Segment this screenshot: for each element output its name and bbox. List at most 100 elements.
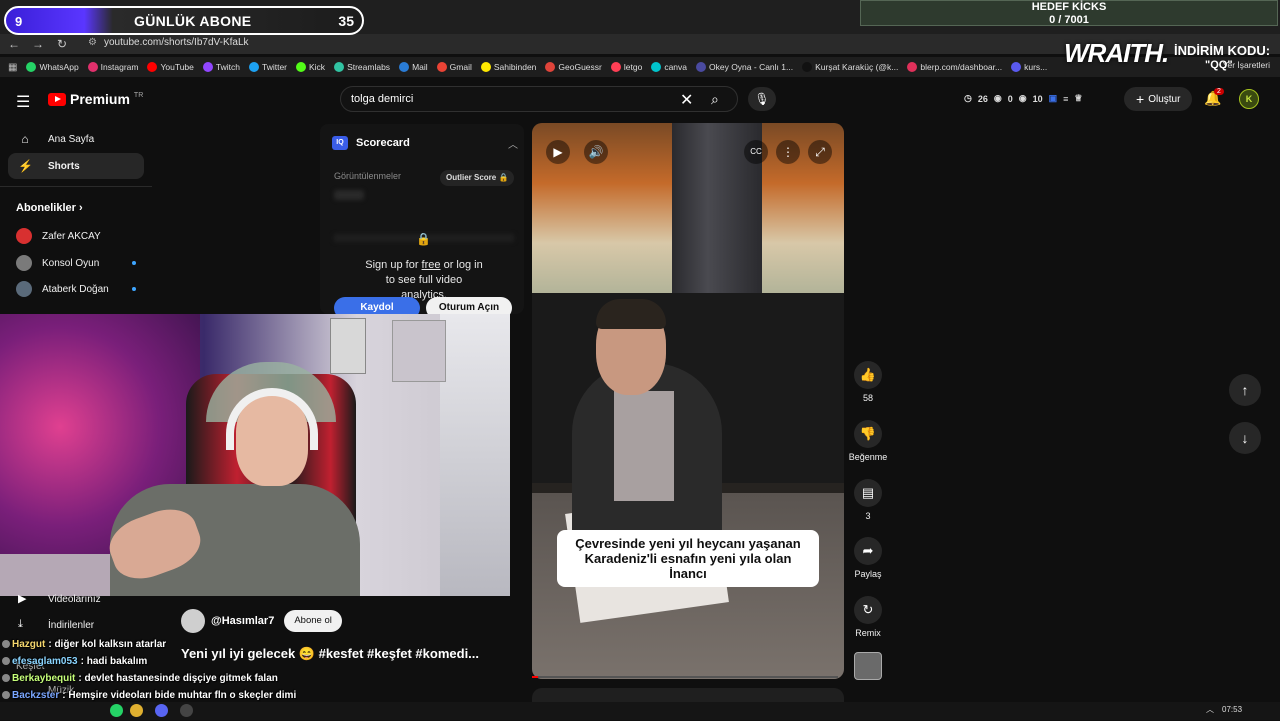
obs-icon[interactable]: [180, 704, 193, 717]
tray-chevron-icon[interactable]: ︿: [1206, 704, 1214, 715]
list-icon[interactable]: ≡: [1063, 94, 1068, 104]
bookmark-item[interactable]: Gmail: [436, 62, 472, 72]
bookmark-label: Streamlabs: [347, 62, 391, 72]
remix-button[interactable]: ↻ Remix: [848, 596, 888, 638]
subscribe-button[interactable]: Abone ol: [284, 610, 342, 632]
avatar[interactable]: K: [1239, 89, 1259, 109]
comments-button[interactable]: ▤ 3: [848, 479, 888, 521]
menu-icon[interactable]: ☰: [16, 92, 30, 112]
video-frame-shirt: [614, 391, 674, 501]
bookmark-item[interactable]: Kick: [296, 62, 325, 72]
bookmark-favicon-icon: [480, 62, 491, 72]
microphone-icon[interactable]: 🎙: [748, 87, 776, 111]
eye-icon: ◉: [993, 93, 1002, 103]
signup-free-link[interactable]: free: [422, 259, 441, 271]
bookmark-item[interactable]: Kurşat Karaküç (@k...: [802, 62, 898, 72]
new-content-dot: [132, 287, 136, 291]
sidebar-item-home[interactable]: ⌂ Ana Sayfa: [8, 126, 144, 152]
webcam-poster: [330, 318, 366, 374]
signup-text: Sign up for: [365, 259, 422, 271]
logo-region: TR: [133, 91, 144, 99]
url-field[interactable]: youtube.com/shorts/Ib7dV-KfaLk: [104, 37, 249, 48]
apps-grid-icon[interactable]: ▦: [8, 62, 17, 73]
fullscreen-icon[interactable]: ⤢: [808, 140, 832, 164]
bookmark-label: kurs...: [1024, 62, 1048, 72]
bookmark-item[interactable]: Sahibinden: [480, 62, 536, 72]
thumbs-up-icon: 👍: [854, 361, 882, 389]
channel-name: Zafer AKCAY: [42, 230, 101, 242]
chrome-icon[interactable]: [130, 704, 143, 717]
dislike-button[interactable]: 👎 Beğenme: [848, 420, 888, 462]
bookmark-item[interactable]: GeoGuessr: [545, 62, 602, 72]
chevron-up-icon[interactable]: ︿: [508, 136, 518, 151]
scorecard-logo-icon: IQ: [332, 136, 348, 150]
chat-text: : diğer kol kalksın atarlar: [48, 639, 167, 650]
bookmark-item[interactable]: canva: [651, 62, 687, 72]
sidebar-item-subscription[interactable]: Ataberk Doğan: [16, 281, 136, 297]
channel-row: @Hasımlar7 Abone ol: [181, 609, 342, 633]
bookmark-label: Kick: [309, 62, 326, 72]
youtube-logo[interactable]: Premium TR: [48, 91, 143, 107]
webcam-window: [440, 314, 510, 596]
play-icon[interactable]: ▶: [546, 140, 570, 164]
promo-label: İNDİRİM KODU:: [1174, 43, 1271, 58]
bookmark-item[interactable]: Twitter: [248, 62, 287, 72]
sound-thumbnail[interactable]: [854, 652, 882, 680]
captions-icon[interactable]: CC: [744, 140, 768, 164]
sidebar-item-downloads[interactable]: İndirilenler: [48, 620, 94, 631]
video-progress-bar[interactable]: [532, 676, 838, 678]
forward-button[interactable]: →: [30, 36, 46, 52]
outlier-score-button[interactable]: Outlier Score 🔒: [440, 170, 515, 186]
subscriptions-heading[interactable]: Abonelikler ›: [16, 202, 83, 214]
next-short-button[interactable]: ↓: [1229, 422, 1261, 454]
channel-avatar[interactable]: [181, 609, 205, 633]
more-icon[interactable]: ⋮: [776, 140, 800, 164]
daily-subscriber-goal: 9 GÜNLÜK ABONE 35: [4, 6, 364, 35]
volume-icon[interactable]: 🔊: [584, 140, 608, 164]
bookmark-item[interactable]: Okey Oyna - Canlı 1...: [696, 62, 793, 72]
like-button[interactable]: 👍 58: [848, 361, 888, 403]
sidebar-item-shorts[interactable]: ⚡ Shorts: [8, 153, 144, 179]
share-button[interactable]: ➦ Paylaş: [848, 537, 888, 579]
bookmark-item[interactable]: Instagram: [87, 62, 138, 72]
home-icon: ⌂: [21, 132, 29, 146]
bookmark-item[interactable]: kurs...: [1011, 62, 1047, 72]
search-box[interactable]: tolga demirci ✕ ⌕: [340, 86, 738, 112]
chat-badge-icon: [2, 657, 10, 666]
bookmark-item[interactable]: Twitch: [202, 62, 240, 72]
back-button[interactable]: ←: [6, 36, 22, 52]
bookmark-favicon-icon: [436, 62, 447, 72]
sidebar-item-subscription[interactable]: Zafer AKCAY: [16, 228, 136, 244]
trophy-icon[interactable]: ♕: [1074, 93, 1082, 104]
bookmark-item[interactable]: YouTube: [147, 62, 194, 72]
short-video-player[interactable]: ▶ 🔊 CC ⋮ ⤢ Çevresinde yeni yıl heycanı y…: [532, 123, 844, 679]
channel-name[interactable]: @Hasımlar7: [211, 615, 274, 627]
previous-short-button[interactable]: ↑: [1229, 374, 1261, 406]
channel-name: Ataberk Doğan: [42, 283, 109, 295]
site-info-icon[interactable]: ⚙: [88, 37, 97, 48]
bookmark-item[interactable]: Streamlabs: [334, 62, 390, 72]
bookmark-item[interactable]: Mail: [399, 62, 428, 72]
extension-icon[interactable]: ▣: [1049, 93, 1058, 104]
shorts-icon: ⚡: [18, 159, 33, 173]
search-input[interactable]: tolga demirci: [351, 93, 413, 105]
bookmark-label: YouTube: [160, 62, 194, 72]
search-icon[interactable]: ⌕: [711, 91, 719, 108]
remix-icon: ↻: [854, 596, 882, 624]
bookmark-item[interactable]: letgo: [610, 62, 642, 72]
like-count: 58: [862, 393, 873, 403]
create-button[interactable]: + Oluştur: [1124, 87, 1193, 111]
sidebar-item-your-videos[interactable]: Videolarınız: [48, 594, 101, 605]
extension-stats[interactable]: ◷ 26 ◉ 0 ◉ 10 ▣ ≡ ♕: [964, 93, 1082, 104]
whatsapp-icon[interactable]: [110, 704, 123, 717]
bookmark-item[interactable]: blerp.com/dashboar...: [907, 62, 1002, 72]
clear-search-icon[interactable]: ✕: [680, 90, 693, 110]
subscriptions-label: Abonelikler: [16, 202, 76, 214]
channel-name: Konsol Oyun: [42, 257, 100, 269]
channel-avatar: [16, 255, 32, 271]
discord-icon[interactable]: [155, 704, 168, 717]
video-icon: ▶: [18, 593, 27, 605]
sidebar-item-subscription[interactable]: Konsol Oyun: [16, 255, 136, 271]
reload-button[interactable]: ↻: [54, 36, 70, 52]
bookmark-item[interactable]: WhatsApp: [26, 62, 79, 72]
